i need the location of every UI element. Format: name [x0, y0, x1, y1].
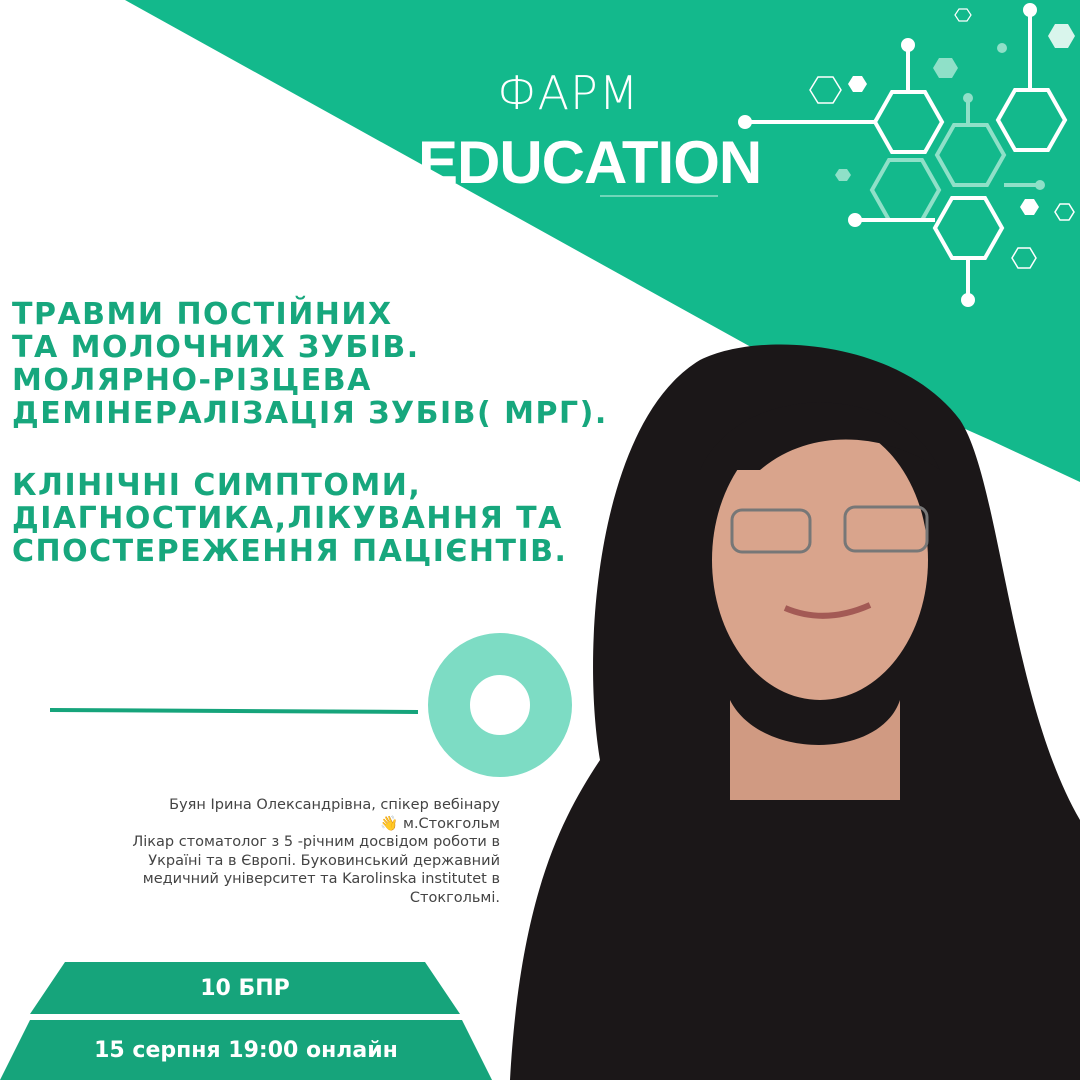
ring-decoration	[428, 633, 572, 777]
bio-line: Стокгольмі.	[409, 889, 500, 906]
title-line: ТА МОЛОЧНИХ ЗУБІВ.	[12, 330, 420, 365]
webinar-title: ТРАВМИ ПОСТІЙНИХ ТА МОЛОЧНИХ ЗУБІВ. МОЛЯ…	[12, 298, 608, 568]
date-badge: 15 серпня 19:00 онлайн	[0, 1020, 492, 1080]
title-line: СПОСТЕРЕЖЕННЯ ПАЦІЄНТІВ.	[12, 534, 568, 569]
bio-line: Україні та в Європі. Буковинський держав…	[148, 852, 500, 869]
bio-line: Лікар стоматолог з 5 -річним досвідом ро…	[132, 834, 500, 850]
title-line: МОЛЯРНО-РІЗЦЕВА	[12, 363, 372, 398]
title-line: ДІАГНОСТИКА,ЛІКУВАННЯ ТА	[12, 501, 563, 536]
logo-education: EDUCATION	[418, 129, 762, 196]
speaker-bio: Буян Ірина Олександрівна, спікер вебінар…	[30, 796, 500, 907]
bio-line: Буян Ірина Олександрівна, спікер вебінар…	[169, 797, 500, 813]
title-line: ТРАВМИ ПОСТІЙНИХ	[12, 297, 393, 332]
title-line: ДЕМІНЕРАЛІЗАЦІЯ ЗУБІВ( МРГ).	[12, 396, 608, 431]
bio-line: медичний університет та Karolinska insti…	[142, 871, 500, 887]
title-line: КЛІНІЧНІ СИМПТОМИ,	[12, 468, 422, 503]
points-badge: 10 БПР	[30, 962, 460, 1014]
bio-line: 👋 м.Стокгольм	[380, 815, 500, 832]
logo-farm: ФАРМ	[497, 66, 640, 120]
divider-line	[49, 708, 419, 714]
